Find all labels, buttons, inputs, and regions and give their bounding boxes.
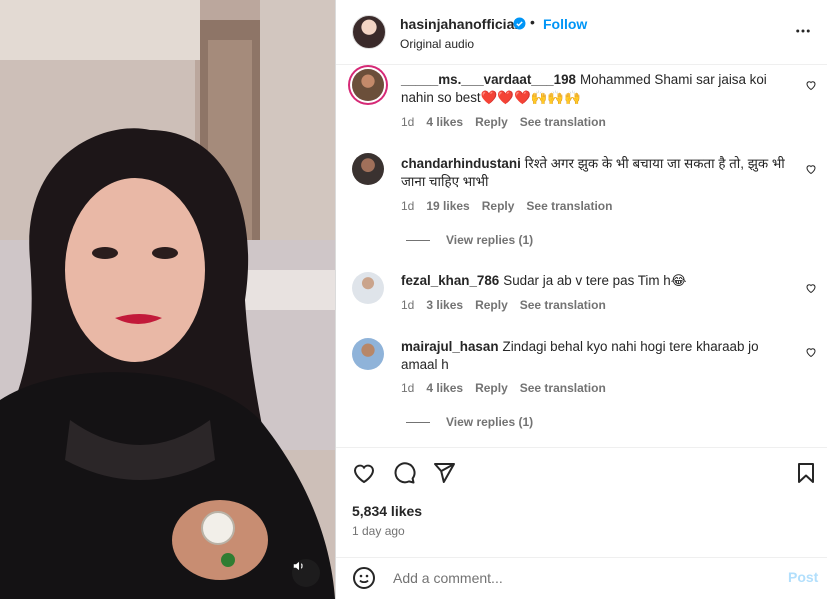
post-details-panel: hasinjahanofficial • Follow Original aud…	[336, 0, 827, 599]
comments-list: _____ms.___vardaat___198 Mohammed Shami s…	[336, 65, 827, 445]
heart-icon[interactable]	[805, 79, 817, 91]
video-frame	[0, 0, 335, 599]
separator-dot: •	[530, 14, 535, 30]
follow-button[interactable]: Follow	[543, 16, 587, 32]
emoji-icon[interactable]	[352, 566, 376, 590]
comment-age[interactable]: 1d	[401, 298, 414, 312]
commenter-username[interactable]: mairajul_hasan	[401, 339, 499, 354]
comment-age[interactable]: 1d	[401, 199, 414, 213]
comment-meta: 1d 3 likes Reply See translation	[401, 298, 618, 312]
comment-body: Sudar ja ab v tere pas Tim h😂	[503, 273, 687, 288]
reply-button[interactable]: Reply	[475, 115, 508, 129]
author-username[interactable]: hasinjahanofficial	[400, 16, 518, 32]
comment-likes[interactable]: 4 likes	[426, 115, 463, 129]
comment-text: _____ms.___vardaat___198 Mohammed Shami s…	[401, 71, 797, 107]
commenter-username[interactable]: _____ms.___vardaat___198	[401, 72, 576, 87]
replies-line	[406, 240, 430, 242]
actions-divider	[336, 447, 827, 448]
post-header: hasinjahanofficial • Follow Original aud…	[336, 0, 827, 64]
post-timestamp[interactable]: 1 day ago	[352, 524, 405, 538]
replies-line	[406, 422, 430, 424]
commenter-avatar[interactable]	[352, 272, 384, 304]
verified-badge-icon	[513, 17, 526, 30]
commenter-avatar[interactable]	[352, 153, 384, 185]
heart-icon[interactable]	[805, 282, 817, 294]
commenter-username[interactable]: chandarhindustani	[401, 156, 521, 171]
comment-likes[interactable]: 3 likes	[426, 298, 463, 312]
comment-age[interactable]: 1d	[401, 381, 414, 395]
heart-icon[interactable]	[352, 461, 376, 485]
view-replies-button[interactable]: View replies (1)	[406, 233, 533, 247]
mute-button[interactable]	[292, 559, 320, 587]
commenter-avatar[interactable]	[352, 338, 384, 370]
save-icon[interactable]	[794, 461, 818, 485]
comment-meta: 1d 4 likes Reply See translation	[401, 115, 618, 129]
action-bar	[336, 453, 827, 493]
comment-age[interactable]: 1d	[401, 115, 414, 129]
comment-text: chandarhindustani रिश्ते अगर झुक के भी बच…	[401, 155, 797, 191]
comment-likes[interactable]: 4 likes	[426, 381, 463, 395]
see-translation-button[interactable]: See translation	[526, 199, 612, 213]
comment-meta: 1d 4 likes Reply See translation	[401, 381, 618, 395]
reply-button[interactable]: Reply	[475, 298, 508, 312]
volume-icon	[293, 561, 303, 571]
author-avatar[interactable]	[352, 15, 386, 49]
heart-icon[interactable]	[805, 346, 817, 358]
see-translation-button[interactable]: See translation	[520, 298, 606, 312]
likes-count[interactable]: 5,834 likes	[352, 503, 422, 519]
audio-label[interactable]: Original audio	[400, 37, 474, 51]
share-icon[interactable]	[432, 461, 456, 485]
post-media[interactable]	[0, 0, 335, 599]
see-translation-button[interactable]: See translation	[520, 115, 606, 129]
more-options-icon[interactable]	[794, 22, 812, 40]
comment-text: fezal_khan_786 Sudar ja ab v tere pas Tim…	[401, 272, 797, 290]
view-replies-button[interactable]: View replies (1)	[406, 415, 533, 429]
comment-icon[interactable]	[392, 461, 416, 485]
see-translation-button[interactable]: See translation	[520, 381, 606, 395]
commenter-username[interactable]: fezal_khan_786	[401, 273, 499, 288]
comment-meta: 1d 19 likes Reply See translation	[401, 199, 624, 213]
add-comment-bar: Post	[336, 558, 827, 599]
comment-text: mairajul_hasan Zindagi behal kyo nahi hog…	[401, 338, 797, 374]
reply-button[interactable]: Reply	[475, 381, 508, 395]
heart-icon[interactable]	[805, 163, 817, 175]
post-button[interactable]: Post	[788, 569, 818, 585]
commenter-avatar[interactable]	[352, 69, 384, 101]
reply-button[interactable]: Reply	[482, 199, 515, 213]
view-replies-label: View replies (1)	[446, 233, 534, 247]
add-comment-input[interactable]	[391, 567, 765, 589]
view-replies-label: View replies (1)	[446, 415, 534, 429]
comment-likes[interactable]: 19 likes	[426, 199, 469, 213]
